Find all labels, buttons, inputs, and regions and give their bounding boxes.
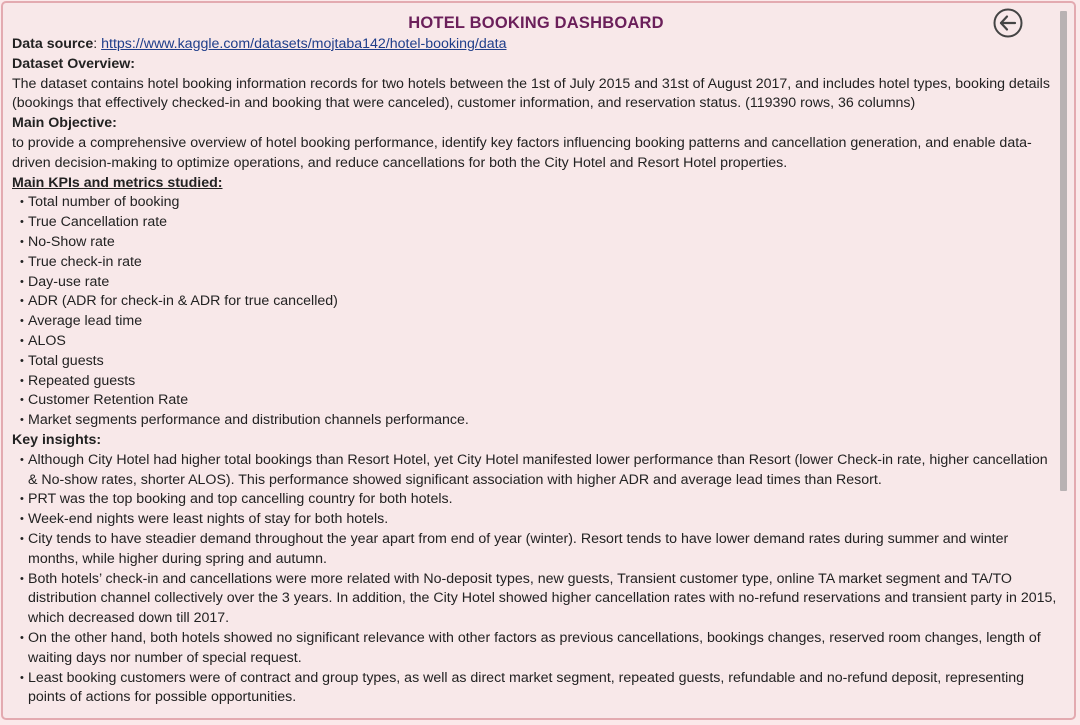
insight-item: Although City Hotel had higher total boo… [20,451,1060,491]
dashboard-info-panel: HOTEL BOOKING DASHBOARD Data source: htt… [1,1,1076,720]
insight-item: City tends to have steadier demand throu… [20,530,1060,570]
circle-arrow-left-icon [993,8,1023,38]
overview-heading: Dataset Overview: [12,55,136,72]
insight-item: Least booking customers were of contract… [20,669,1060,709]
kpi-item: Repeated guests [20,372,1060,392]
scrollbar-thumb[interactable] [1060,11,1067,491]
insight-item: On the other hand, both hotels showed no… [20,629,1060,669]
kpi-item: Market segments performance and distribu… [20,411,1060,431]
objective-text: to provide a comprehensive overview of h… [12,134,1032,171]
kpi-item: No-Show rate [20,233,1060,253]
kpi-item: Customer Retention Rate [20,391,1060,411]
kpi-item: Total number of booking [20,193,1060,213]
insight-item: Both hotels’ check-in and cancellations … [20,570,1060,629]
insights-list: Although City Hotel had higher total boo… [12,451,1060,708]
insights-heading: Key insights: [12,431,102,448]
overview-text: The dataset contains hotel booking infor… [12,75,1050,112]
kpis-heading: Main KPIs and metrics studied: [12,174,223,191]
data-source-link[interactable]: https://www.kaggle.com/datasets/mojtaba1… [101,36,506,52]
vertical-scrollbar[interactable] [1059,9,1069,717]
kpis-list: Total number of booking True Cancellatio… [12,193,1060,431]
data-source-label: Data source [12,36,94,52]
data-source-separator: : [93,36,102,52]
page-title: HOTEL BOOKING DASHBOARD [408,14,664,32]
insight-item: PRT was the top booking and top cancelli… [20,490,1060,510]
kpi-item: ADR (ADR for check-in & ADR for true can… [20,292,1060,312]
insight-item: Week-end nights were least nights of sta… [20,510,1060,530]
info-content: HOTEL BOOKING DASHBOARD Data source: htt… [12,11,1060,708]
kpi-item: ALOS [20,332,1060,352]
kpi-item: True Cancellation rate [20,213,1060,233]
kpi-item: Total guests [20,352,1060,372]
data-source-line: Data source: https://www.kaggle.com/data… [12,35,1060,55]
kpi-item: Average lead time [20,312,1060,332]
back-button[interactable] [993,8,1023,38]
kpi-item: True check-in rate [20,253,1060,273]
objective-heading: Main Objective: [12,115,117,132]
kpi-item: Day-use rate [20,273,1060,293]
